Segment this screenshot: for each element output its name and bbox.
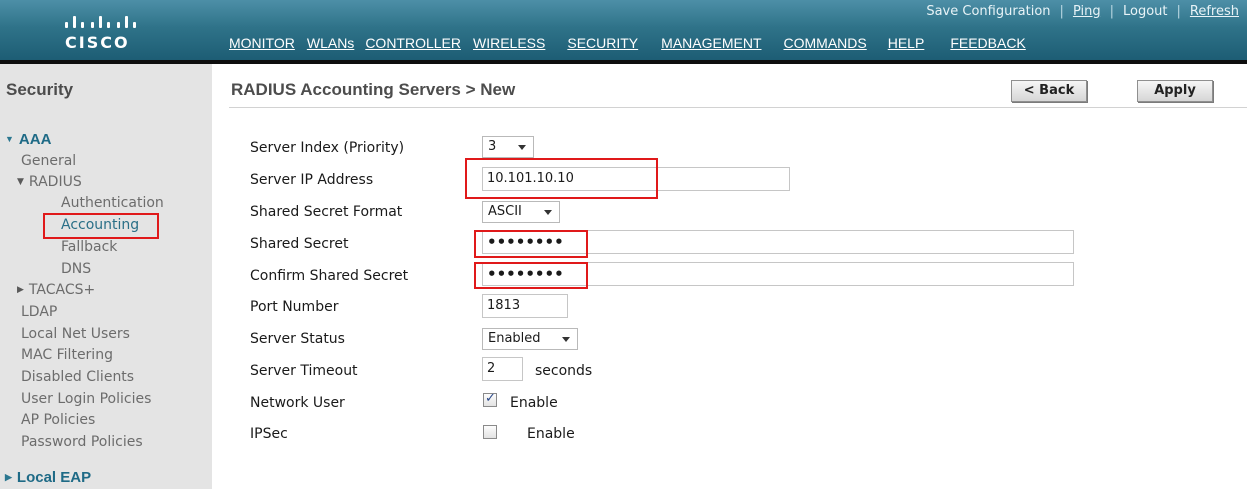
server-timeout-input[interactable]: 2: [482, 357, 523, 381]
back-button[interactable]: < Back: [1011, 80, 1087, 102]
title-divider: [229, 107, 1247, 108]
ipsec-enable-label: Enable: [527, 426, 575, 442]
sidebar-item-fallback[interactable]: Fallback: [61, 238, 117, 256]
ipsec-checkbox[interactable]: [483, 425, 497, 439]
highlight-box-accounting: [43, 213, 159, 239]
highlight-box-server-ip: [465, 158, 658, 199]
network-user-checkbox[interactable]: ✓: [483, 391, 497, 407]
cisco-logo: CISCO: [62, 6, 154, 54]
sidebar-item-disabled-clients[interactable]: Disabled Clients: [21, 368, 134, 386]
cisco-wordmark: CISCO: [65, 33, 130, 52]
nav-monitor[interactable]: MONITOR: [229, 34, 307, 60]
sidebar-item-ap-policies[interactable]: AP Policies: [21, 411, 95, 429]
checkmark-icon: ✓: [485, 391, 496, 406]
collapsed-triangle-icon: ▶: [5, 472, 12, 482]
network-user-label: Network User: [250, 395, 345, 411]
dropdown-arrow-icon: [544, 210, 552, 215]
sidebar-item-general[interactable]: General: [21, 152, 76, 170]
dropdown-arrow-icon: [562, 337, 570, 342]
port-number-input[interactable]: 1813: [482, 294, 568, 318]
highlight-box-shared-secret: [474, 230, 588, 258]
utility-links: Save Configuration | Ping | Logout | Ref…: [926, 2, 1239, 20]
ipsec-label: IPSec: [250, 426, 288, 442]
highlight-box-confirm-secret: [474, 262, 588, 289]
sidebar-item-dns[interactable]: DNS: [61, 260, 91, 278]
nav-management[interactable]: MANAGEMENT: [661, 34, 783, 60]
shared-secret-format-label: Shared Secret Format: [250, 204, 403, 220]
sidebar-item-tacacs[interactable]: ▶ TACACS+: [17, 281, 95, 299]
nav-help[interactable]: HELP: [888, 34, 951, 60]
sidebar-item-mac-filtering[interactable]: MAC Filtering: [21, 346, 113, 364]
expanded-triangle-icon: ▼: [17, 177, 24, 187]
separator: |: [1059, 3, 1064, 19]
server-index-label: Server Index (Priority): [250, 140, 405, 156]
confirm-secret-label: Confirm Shared Secret: [250, 268, 409, 284]
shared-secret-format-select[interactable]: ASCII: [482, 201, 560, 223]
sidebar-item-aaa[interactable]: ▼ AAA: [5, 130, 51, 149]
server-status-label: Server Status: [250, 331, 345, 347]
sidebar: Security ▼ AAA General ▼ RADIUS Authentica…: [0, 64, 212, 489]
server-ip-label: Server IP Address: [250, 172, 374, 188]
nav-commands[interactable]: COMMANDS: [784, 34, 888, 60]
server-timeout-label: Server Timeout: [250, 363, 358, 379]
nav-feedback[interactable]: FEEDBACK: [950, 34, 1037, 60]
nav-security[interactable]: SECURITY: [556, 34, 661, 64]
expanded-triangle-icon: ▼: [5, 134, 14, 144]
sidebar-item-local-eap[interactable]: ▶ Local EAP: [5, 468, 91, 487]
shared-secret-label: Shared Secret: [250, 236, 349, 252]
port-number-label: Port Number: [250, 299, 339, 315]
apply-button[interactable]: Apply: [1137, 80, 1213, 102]
collapsed-triangle-icon: ▶: [17, 285, 24, 295]
sidebar-item-radius[interactable]: ▼ RADIUS: [17, 173, 82, 191]
sidebar-item-ldap[interactable]: LDAP: [21, 303, 57, 321]
network-user-enable-label: Enable: [510, 395, 558, 411]
nav-wireless[interactable]: WIRELESS: [473, 34, 567, 60]
ping-link[interactable]: Ping: [1073, 4, 1101, 19]
nav-wlans[interactable]: WLANs: [307, 34, 365, 60]
sidebar-item-user-login-policies[interactable]: User Login Policies: [21, 390, 151, 408]
nav-controller[interactable]: CONTROLLER: [365, 34, 473, 60]
logout-link[interactable]: Logout: [1123, 4, 1168, 19]
sidebar-title: Security: [6, 80, 74, 99]
cisco-bars-icon: [62, 8, 154, 28]
sidebar-item-local-net-users[interactable]: Local Net Users: [21, 325, 130, 343]
server-index-select[interactable]: 3: [482, 136, 534, 158]
server-status-select[interactable]: Enabled: [482, 328, 578, 350]
separator: |: [1109, 3, 1114, 19]
separator: |: [1176, 3, 1181, 19]
refresh-link[interactable]: Refresh: [1190, 4, 1239, 19]
save-configuration-link[interactable]: Save Configuration: [926, 4, 1050, 19]
sidebar-item-authentication[interactable]: Authentication: [61, 194, 164, 212]
page-title: RADIUS Accounting Servers > New: [231, 80, 516, 99]
timeout-unit-label: seconds: [535, 363, 593, 379]
top-header: CISCO Save Configuration | Ping | Logout…: [0, 0, 1247, 64]
sidebar-item-password-policies[interactable]: Password Policies: [21, 433, 143, 451]
main-nav: MONITOR WLANs CONTROLLER WIRELESS SECURI…: [229, 34, 1038, 64]
dropdown-arrow-icon: [518, 145, 526, 150]
